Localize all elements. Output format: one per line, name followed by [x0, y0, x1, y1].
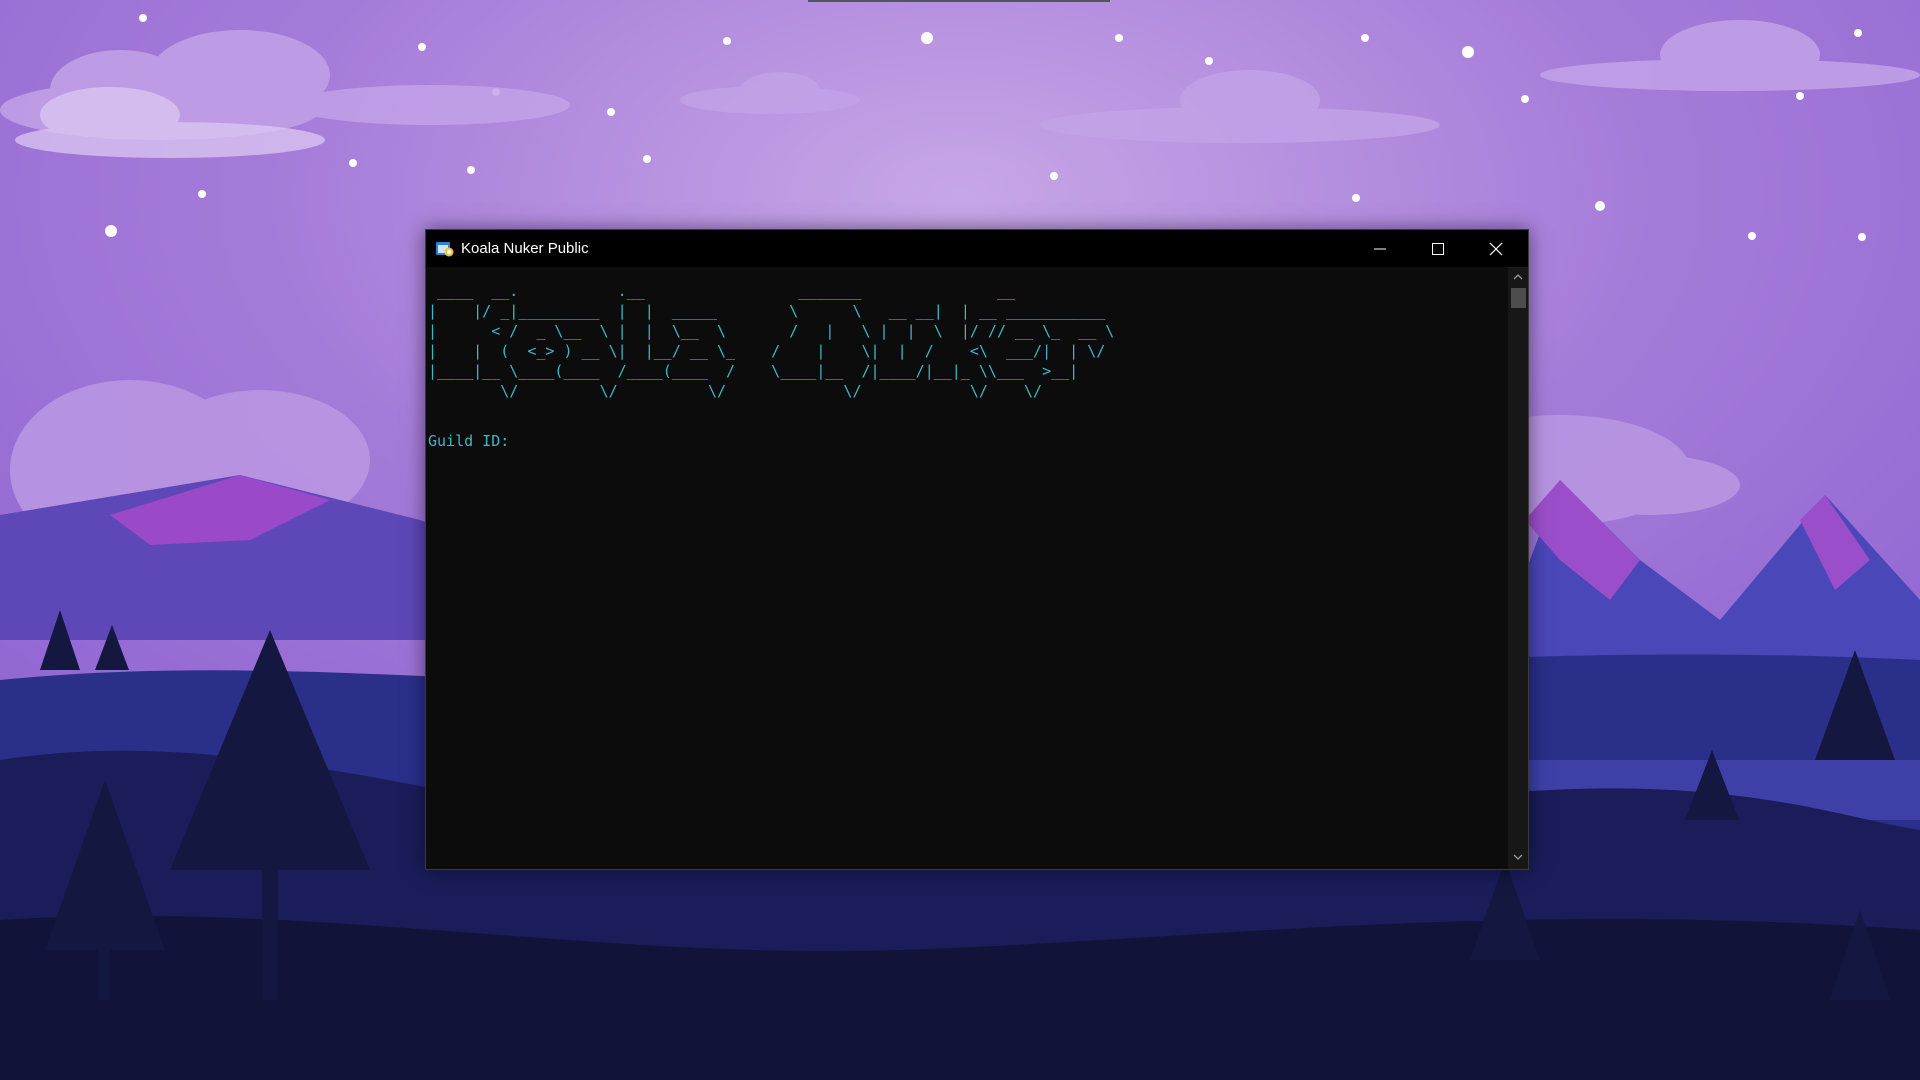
console-app-icon — [436, 242, 454, 257]
console-output[interactable]: ____ __. .__ _______ __ | |/ _|_________… — [426, 267, 1508, 869]
console-window[interactable]: Koala Nuker Public ____ __. .__ _______ — [425, 229, 1529, 870]
scroll-up-arrow-icon[interactable] — [1513, 273, 1523, 281]
title-bar[interactable]: Koala Nuker Public — [426, 230, 1528, 267]
vertical-scrollbar[interactable] — [1508, 267, 1528, 869]
ascii-banner: ____ __. .__ _______ __ | |/ _|_________… — [428, 282, 1115, 400]
guild-id-prompt: Guild ID: — [428, 432, 510, 450]
minimize-icon — [1374, 248, 1386, 250]
scroll-down-arrow-icon[interactable] — [1513, 853, 1523, 861]
window-title: Koala Nuker Public — [461, 240, 589, 257]
maximize-icon — [1432, 243, 1444, 255]
minimize-button[interactable] — [1352, 230, 1410, 267]
scroll-thumb[interactable] — [1511, 288, 1526, 308]
close-button[interactable] — [1468, 230, 1526, 267]
maximize-button[interactable] — [1410, 230, 1468, 267]
close-icon — [1489, 242, 1503, 256]
